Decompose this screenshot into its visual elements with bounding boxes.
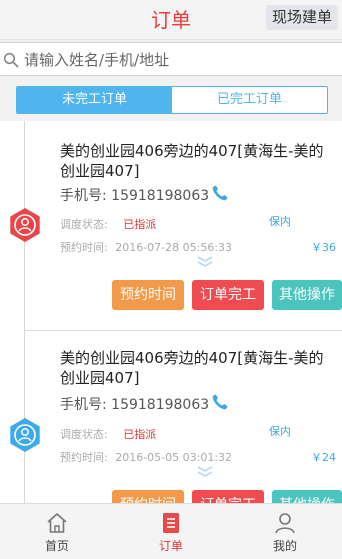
nav-item-home[interactable]: 首页 [0,504,114,559]
home-icon [45,511,69,539]
expand-chevron-icon[interactable] [196,465,214,479]
other-actions-button[interactable]: 其他操作 [272,490,342,503]
complete-order-button[interactable]: 订单完工 [192,490,264,503]
expand-chevron-icon[interactable] [196,255,214,269]
dispatch-status-row: 调度状态: 已指派 [60,426,156,442]
phone-label: 手机号: [60,397,107,413]
dispatch-status-label: 调度状态: [60,428,108,441]
phone-label: 手机号: [60,188,107,204]
appointment-time-value: 2016-07-28 05:56:33 [115,241,233,254]
appointment-time-button[interactable]: 预约时间 [112,280,184,310]
appointment-time-button[interactable]: 预约时间 [112,490,184,503]
bottom-nav: 首页 订单 我的 [0,503,342,559]
nav-item-mine[interactable]: 我的 [228,504,342,559]
search-bar [0,42,342,76]
warranty-tag: 保内 [269,215,291,228]
order-status-tabs: 未完工订单 已完工订单 [16,86,328,114]
appointment-time-row: 预约时间: 2016-05-05 03:01:32 [60,449,232,465]
appointment-time-label: 预约时间: [60,451,108,464]
nav-label-home: 首页 [44,539,69,553]
tab-unfinished-orders[interactable]: 未完工订单 [17,87,172,113]
nav-label-orders: 订单 [158,539,183,553]
nav-item-orders[interactable]: 订单 [114,504,228,559]
tab-finished-orders[interactable]: 已完工订单 [172,87,327,113]
dispatch-status-row: 调度状态: 已指派 [60,216,156,232]
order-address: 美的创业园406旁边的407[黄海生-美的创业园407] [60,142,324,180]
phone-row: 手机号: 15918198063 [60,394,228,414]
user-avatar-icon [10,418,40,452]
nav-label-mine: 我的 [272,539,297,553]
complete-order-button[interactable]: 订单完工 [192,280,264,310]
order-card[interactable]: 美的创业园406旁边的407[黄海生-美的创业园407] 手机号: 159181… [0,121,342,326]
order-card[interactable]: 美的创业园406旁边的407[黄海生-美的创业园407] 手机号: 159181… [0,331,342,503]
search-icon [3,52,19,72]
phone-icon[interactable] [210,183,230,207]
onsite-create-order-button[interactable]: 现场建单 [265,5,338,30]
order-list: 美的创业园406旁边的407[黄海生-美的创业园407] 手机号: 159181… [0,121,342,503]
phone-icon[interactable] [210,392,230,416]
dispatch-status-value: 已指派 [123,428,157,441]
top-bar: 订单 现场建单 [0,0,342,40]
app-screen: 订单 现场建单 未完工订单 已完工订单 美的创业园406旁边的407[黄海生- [0,0,342,559]
order-price: ￥24 [311,451,336,464]
search-input[interactable] [24,47,334,72]
phone-row: 手机号: 15918198063 [60,185,228,205]
other-actions-button[interactable]: 其他操作 [272,280,342,310]
order-address: 美的创业园406旁边的407[黄海生-美的创业园407] [60,349,324,387]
appointment-time-value: 2016-05-05 03:01:32 [115,451,233,464]
user-icon [273,511,297,539]
phone-number: 15918198063 [111,188,210,204]
dispatch-status-label: 调度状态: [60,218,108,231]
warranty-tag: 保内 [269,425,291,438]
dispatch-status-value: 已指派 [123,218,157,231]
order-price: ￥36 [311,241,336,254]
phone-number: 15918198063 [111,397,210,413]
appointment-time-row: 预约时间: 2016-07-28 05:56:33 [60,239,232,255]
order-icon [160,511,182,539]
user-avatar-icon [10,208,40,242]
appointment-time-label: 预约时间: [60,241,108,254]
